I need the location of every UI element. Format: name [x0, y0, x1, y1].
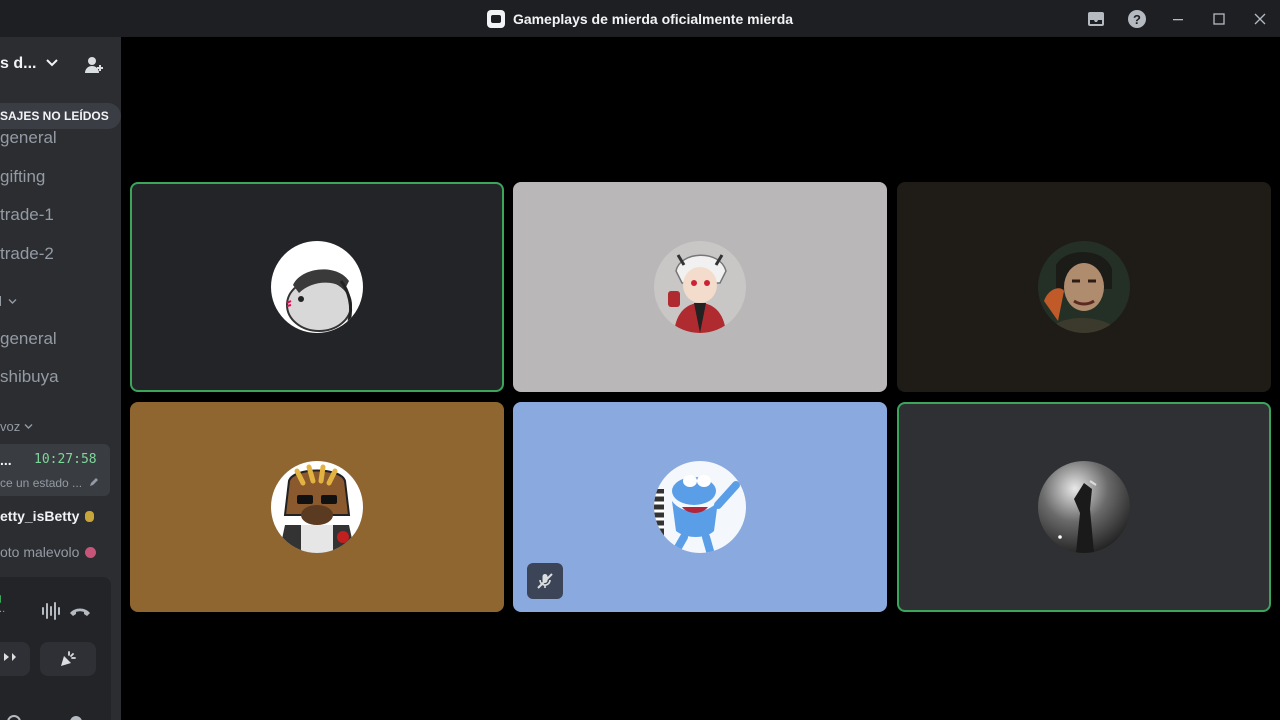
participant-tile[interactable] [897, 182, 1271, 392]
category-header[interactable] [0, 296, 17, 306]
gear-icon [70, 716, 82, 720]
hamster-avatar [271, 241, 363, 333]
hang-up-icon [70, 608, 90, 616]
channel-gifting[interactable]: gifting [0, 167, 45, 187]
dark-avatar [1038, 461, 1130, 553]
disconnect-button[interactable] [66, 598, 94, 624]
voice-user-name: ... [0, 452, 12, 468]
member-badge-icon [85, 546, 97, 558]
rocket-icon [4, 653, 16, 661]
mic-muted-icon [537, 573, 553, 589]
participant-tile[interactable] [513, 402, 887, 612]
participant-tile[interactable] [513, 182, 887, 392]
member-name: oto malevolo [0, 544, 80, 560]
chevron-down-icon[interactable] [46, 58, 58, 68]
invite-people-icon[interactable] [83, 54, 105, 76]
voice-control-panel: ... [0, 577, 111, 720]
connection-indicator-icon [0, 595, 1, 603]
user-settings-area[interactable] [4, 709, 24, 720]
chevron-down-icon [8, 298, 17, 304]
participant-tile[interactable] [130, 402, 504, 612]
voice-member-1[interactable]: etty_isBetty [0, 508, 95, 524]
voice-status-text[interactable]: ce un estado ... [0, 476, 82, 490]
close-button[interactable] [1239, 0, 1280, 37]
title-bar: Gameplays de mierda oficialmente mierda … [0, 0, 1280, 37]
call-timer: 10:27:58 [34, 452, 97, 467]
dog-avatar [271, 461, 363, 553]
connection-status: ... [0, 603, 6, 615]
voice-category-label: voz [0, 419, 21, 434]
channel-shibuya[interactable]: shibuya [0, 367, 59, 387]
participant-tile[interactable] [897, 402, 1271, 612]
channel-trade-2[interactable]: trade-2 [0, 244, 54, 264]
window-title: Gameplays de mierda oficialmente mierda [512, 10, 794, 27]
frog-avatar [654, 461, 746, 553]
inbox-button[interactable] [1075, 0, 1116, 37]
pencil-icon[interactable] [89, 477, 99, 487]
minimize-icon [1172, 18, 1183, 20]
minimize-button[interactable] [1157, 0, 1198, 37]
inbox-icon [1087, 11, 1104, 26]
discord-app-icon [486, 9, 505, 28]
help-button[interactable]: ? [1116, 0, 1157, 37]
member-name: etty_isBetty [0, 508, 80, 524]
category-label [0, 296, 4, 306]
soundboard-icon [61, 651, 76, 666]
server-header[interactable]: s d... [0, 37, 121, 93]
portrait-avatar [1038, 241, 1130, 333]
headset-icon [7, 715, 21, 720]
svg-text:?: ? [1133, 12, 1141, 27]
anime-avatar [654, 241, 746, 333]
help-icon: ? [1127, 9, 1146, 28]
voice-category-header[interactable]: voz [0, 419, 33, 434]
maximize-icon [1212, 12, 1225, 25]
close-icon [1254, 13, 1265, 24]
new-unreads-button[interactable]: SAJES NO LEÍDOS [0, 103, 121, 129]
channel-trade-1[interactable]: trade-1 [0, 205, 54, 225]
channel-sidebar: s d... SAJES NO LEÍDOS general gifting t… [0, 37, 121, 720]
window-title-group: Gameplays de mierda oficialmente mierda [486, 9, 794, 28]
participant-tile[interactable] [130, 182, 504, 392]
maximize-button[interactable] [1198, 0, 1239, 37]
voice-channel-card[interactable]: ... 10:27:58 ce un estado ... [0, 444, 110, 496]
settings-button[interactable] [66, 709, 86, 720]
noise-suppression-button[interactable] [38, 598, 66, 624]
chevron-down-icon [24, 424, 33, 429]
activities-button[interactable] [0, 642, 30, 676]
server-name[interactable]: s d... [0, 55, 36, 73]
member-badge-icon [85, 510, 95, 522]
voice-member-2[interactable]: oto malevolo [0, 544, 97, 560]
channel-general-2[interactable]: general [0, 329, 57, 349]
sound-wave-icon [42, 602, 60, 620]
soundboard-button[interactable] [40, 642, 96, 676]
muted-indicator [527, 563, 563, 599]
channel-general[interactable]: general [0, 128, 57, 148]
